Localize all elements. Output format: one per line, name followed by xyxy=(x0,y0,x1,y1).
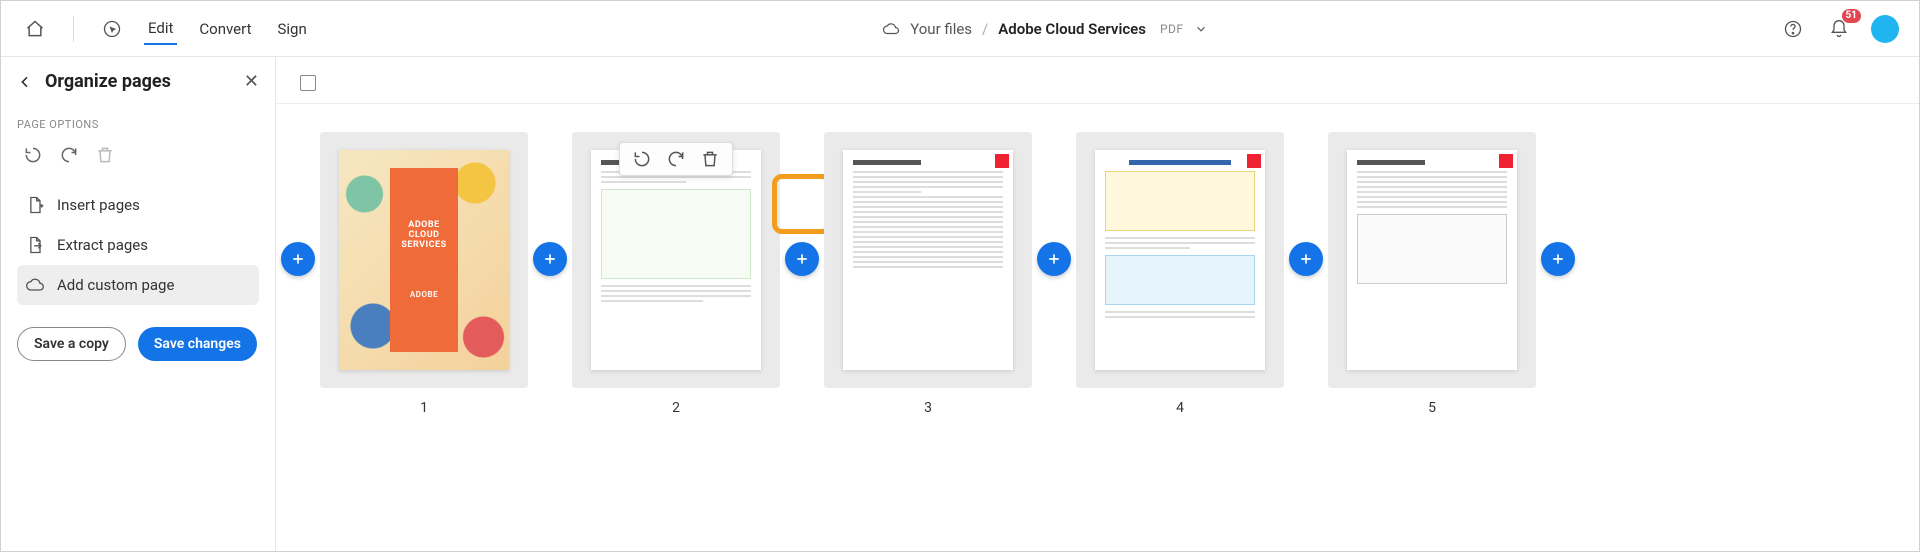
page-thumbnail[interactable]: ADOBE CLOUD SERVICES ADOBE xyxy=(339,150,509,370)
cloud-icon xyxy=(882,20,900,38)
page-strip: ADOBE CLOUD SERVICES ADOBE 1 xyxy=(276,104,1919,416)
insert-gap-3 xyxy=(1032,132,1076,276)
home-icon[interactable] xyxy=(21,15,49,43)
notifications-icon[interactable]: 51 xyxy=(1825,15,1853,43)
insert-page-button[interactable] xyxy=(533,242,567,276)
page-slot-1[interactable]: ADOBE CLOUD SERVICES ADOBE 1 xyxy=(320,132,528,416)
trash-icon[interactable] xyxy=(95,145,115,165)
insert-page-button[interactable] xyxy=(1541,242,1575,276)
option-label: Add custom page xyxy=(57,276,174,294)
page-number: 4 xyxy=(1176,400,1184,416)
insert-gap-4 xyxy=(1284,132,1328,276)
select-all-checkbox[interactable] xyxy=(300,75,316,91)
option-label: Insert pages xyxy=(57,196,140,214)
rotate-right-icon[interactable] xyxy=(666,149,686,169)
insert-gap-1 xyxy=(528,132,572,276)
page-slot-4[interactable]: 4 xyxy=(1076,132,1284,416)
page-number: 5 xyxy=(1428,400,1436,416)
option-extract-pages[interactable]: Extract pages xyxy=(17,225,259,265)
topbar-left: Edit Convert Sign xyxy=(21,13,311,45)
page-number: 3 xyxy=(924,400,932,416)
sidebar-actions: Save a copy Save changes xyxy=(17,327,259,361)
rotate-left-icon[interactable] xyxy=(23,145,43,165)
cover-title-line1: ADOBE CLOUD xyxy=(394,220,454,240)
main: Organize pages ✕ PAGE OPTIONS Insert pag… xyxy=(1,57,1919,551)
save-changes-button[interactable]: Save changes xyxy=(138,327,257,361)
help-icon[interactable] xyxy=(1779,15,1807,43)
divider xyxy=(73,16,74,42)
page-slot-3[interactable]: 3 xyxy=(824,132,1032,416)
page-number: 2 xyxy=(672,400,680,416)
page-thumbnail[interactable] xyxy=(843,150,1013,370)
workspace-topbar xyxy=(276,75,1919,104)
selection-tool-icon[interactable] xyxy=(98,15,126,43)
page-thumbnail[interactable] xyxy=(1095,150,1265,370)
insert-page-button[interactable] xyxy=(281,242,315,276)
insert-page-button[interactable] xyxy=(1289,242,1323,276)
cover-title-line2: SERVICES xyxy=(401,240,446,250)
insert-page-button-highlighted[interactable] xyxy=(785,242,819,276)
sidebar-title: Organize pages xyxy=(45,71,232,92)
document-extension: PDF xyxy=(1160,22,1184,36)
save-copy-button[interactable]: Save a copy xyxy=(17,327,126,361)
insert-gap-2 xyxy=(780,132,824,276)
insert-gap-0 xyxy=(276,132,320,276)
back-icon[interactable] xyxy=(17,74,33,90)
page-tool-row xyxy=(17,145,259,165)
cover-brand: ADOBE xyxy=(410,290,438,299)
option-add-custom-page[interactable]: Add custom page xyxy=(17,265,259,305)
menu-convert[interactable]: Convert xyxy=(195,14,255,44)
document-title: Adobe Cloud Services xyxy=(998,20,1146,38)
chevron-down-icon[interactable] xyxy=(1194,22,1208,36)
crumb-separator: / xyxy=(982,20,988,38)
avatar[interactable] xyxy=(1871,15,1899,43)
sidebar-header: Organize pages ✕ xyxy=(17,71,259,92)
highlight-ring xyxy=(772,174,832,234)
option-label: Extract pages xyxy=(57,236,148,254)
section-label: PAGE OPTIONS xyxy=(17,118,259,131)
page-slot-2[interactable]: 2 xyxy=(572,132,780,416)
workspace: ADOBE CLOUD SERVICES ADOBE 1 xyxy=(276,57,1919,551)
crumb-root[interactable]: Your files xyxy=(910,20,972,38)
page-slot-5[interactable]: 5 xyxy=(1328,132,1536,416)
notifications-badge: 51 xyxy=(1842,9,1861,23)
trash-icon[interactable] xyxy=(700,149,720,169)
menu-edit[interactable]: Edit xyxy=(144,13,177,45)
close-icon[interactable]: ✕ xyxy=(244,71,259,92)
insert-page-button[interactable] xyxy=(1037,242,1071,276)
rotate-left-icon[interactable] xyxy=(632,149,652,169)
insert-gap-5 xyxy=(1536,132,1580,276)
rotate-right-icon[interactable] xyxy=(59,145,79,165)
menu-sign[interactable]: Sign xyxy=(274,14,311,44)
page-thumbnail[interactable] xyxy=(1347,150,1517,370)
breadcrumb: Your files / Adobe Cloud Services PDF xyxy=(311,20,1779,38)
page-thumbnail[interactable] xyxy=(591,150,761,370)
sidebar: Organize pages ✕ PAGE OPTIONS Insert pag… xyxy=(1,57,276,551)
option-insert-pages[interactable]: Insert pages xyxy=(17,185,259,225)
page-number: 1 xyxy=(420,400,428,416)
topbar-right: 51 xyxy=(1779,15,1899,43)
page-hover-toolbar xyxy=(619,142,733,176)
topbar: Edit Convert Sign Your files / Adobe Clo… xyxy=(1,1,1919,57)
